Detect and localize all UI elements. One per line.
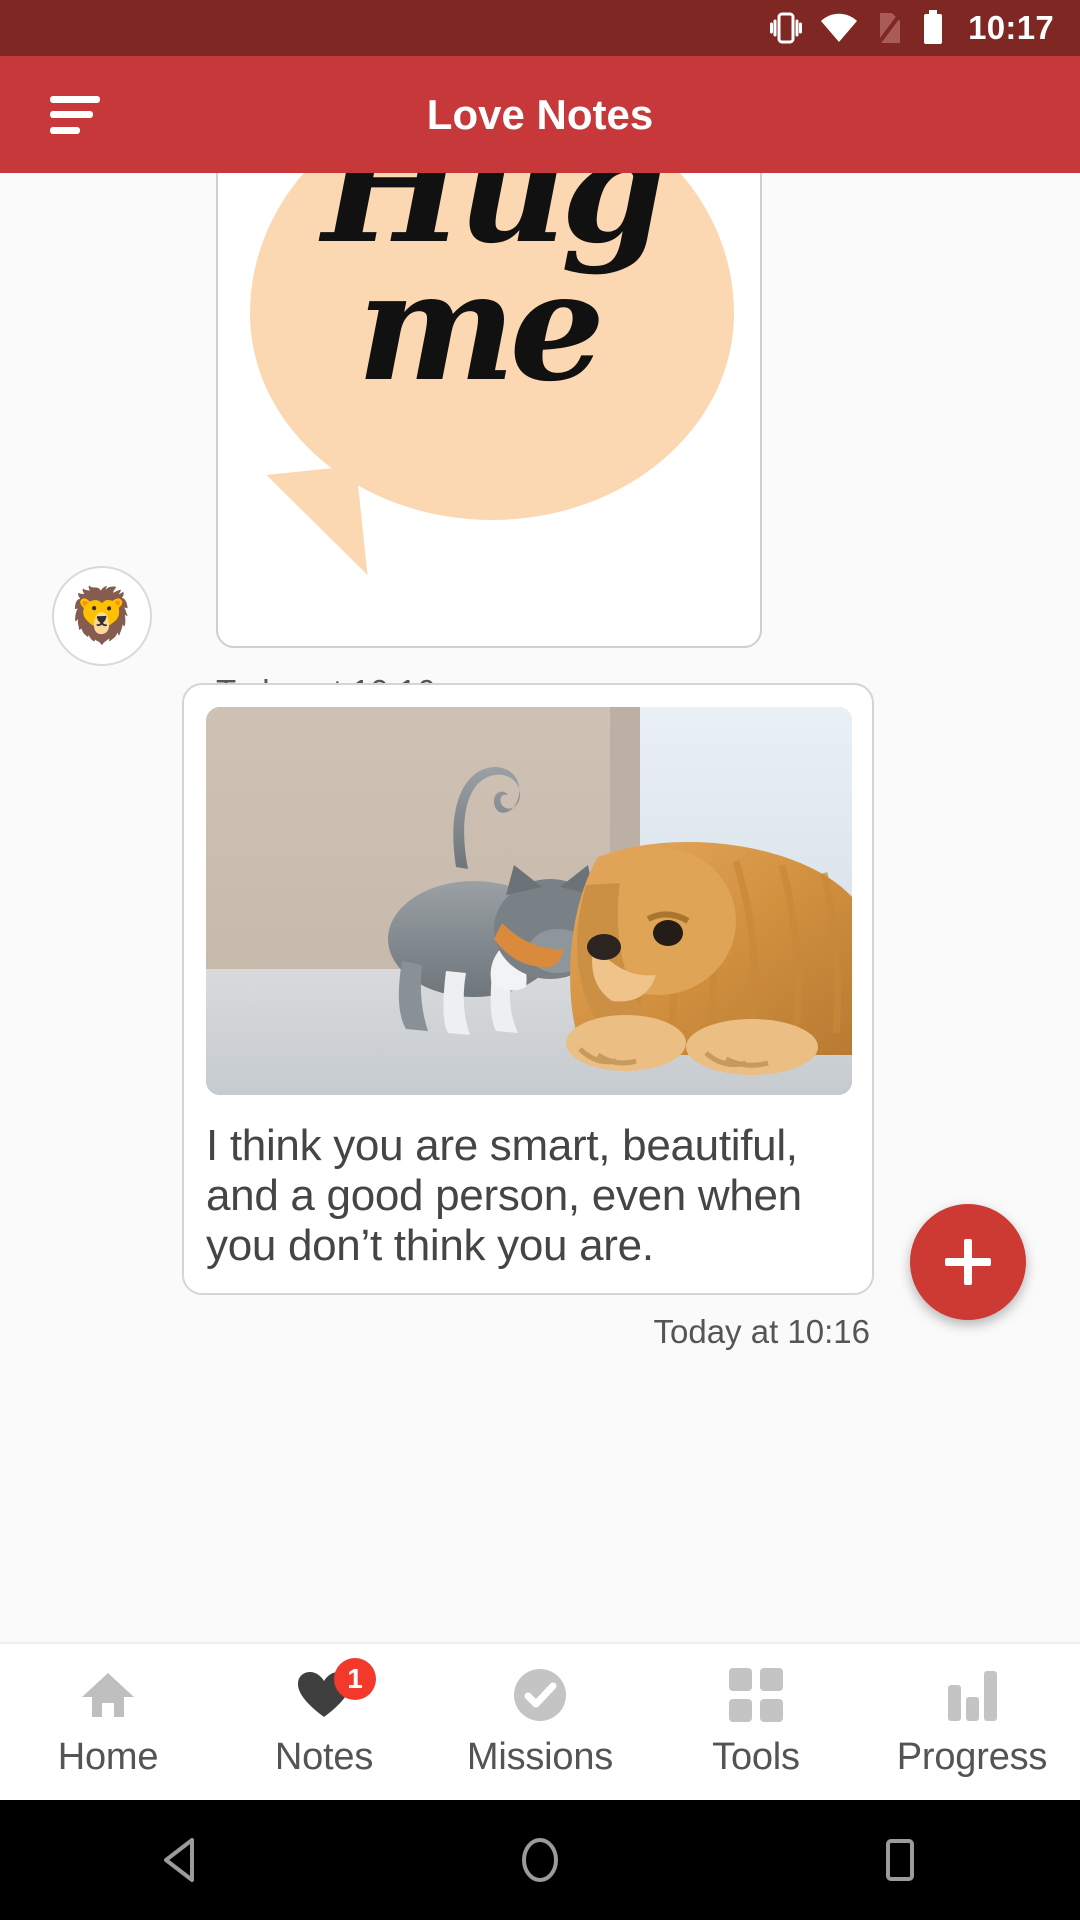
cat-dog-photo (206, 707, 852, 1095)
notes-feed[interactable]: 🦁 Hug me Today at 10:16 (0, 173, 1080, 1642)
recents-square-icon[interactable] (840, 1800, 960, 1920)
home-icon (80, 1666, 136, 1724)
notes-badge: 1 (334, 1658, 376, 1700)
nav-label-progress: Progress (896, 1736, 1048, 1778)
bar-chart-icon (946, 1666, 998, 1724)
hug-line-2: me (356, 239, 605, 415)
note-timestamp: Today at 10:16 (653, 1313, 871, 1350)
note-card-photo-text[interactable]: I think you are smart, beautiful, and a … (182, 683, 874, 1295)
hug-me-illustration: Hug me (218, 173, 760, 646)
battery-icon (922, 10, 944, 46)
note-message: I think you are smart, beautiful, and a … (206, 1121, 802, 1271)
bottom-navigation: Home 1 Notes Missions Tools Progress (0, 1642, 1080, 1800)
phone-screen: 10:17 Love Notes 🦁 Hug me Today a (0, 0, 1080, 1920)
nav-item-progress[interactable]: Progress (864, 1644, 1080, 1800)
nav-label-missions: Missions (466, 1736, 614, 1778)
note-card-image[interactable]: Hug me (216, 173, 762, 648)
heart-icon: 1 (296, 1658, 376, 1724)
speech-bubble-tail (266, 465, 368, 585)
nav-label-notes: Notes (274, 1736, 374, 1778)
app-bar: Love Notes (0, 56, 1080, 173)
add-note-fab[interactable] (910, 1204, 1026, 1320)
page-title: Love Notes (426, 90, 654, 138)
no-sim-icon (876, 11, 904, 45)
nav-item-home[interactable]: Home (0, 1644, 216, 1800)
status-bar: 10:17 (0, 0, 1080, 56)
plus-icon (945, 1239, 991, 1285)
grid-icon (729, 1666, 783, 1724)
nav-label-tools: Tools (712, 1736, 800, 1778)
nav-label-home: Home (57, 1736, 159, 1778)
home-circle-icon[interactable] (480, 1800, 600, 1920)
vibrate-icon (770, 10, 803, 46)
nav-item-tools[interactable]: Tools (648, 1644, 864, 1800)
back-triangle-icon[interactable] (120, 1800, 240, 1920)
check-circle-icon (512, 1666, 568, 1724)
nav-item-notes[interactable]: 1 Notes (216, 1644, 432, 1800)
system-navigation-bar (0, 1800, 1080, 1920)
hug-me-text: Hug me (218, 173, 760, 415)
status-bar-clock: 10:17 (968, 9, 1054, 46)
wifi-icon (820, 13, 858, 43)
avatar: 🦁 (52, 566, 152, 666)
nav-item-missions[interactable]: Missions (432, 1644, 648, 1800)
